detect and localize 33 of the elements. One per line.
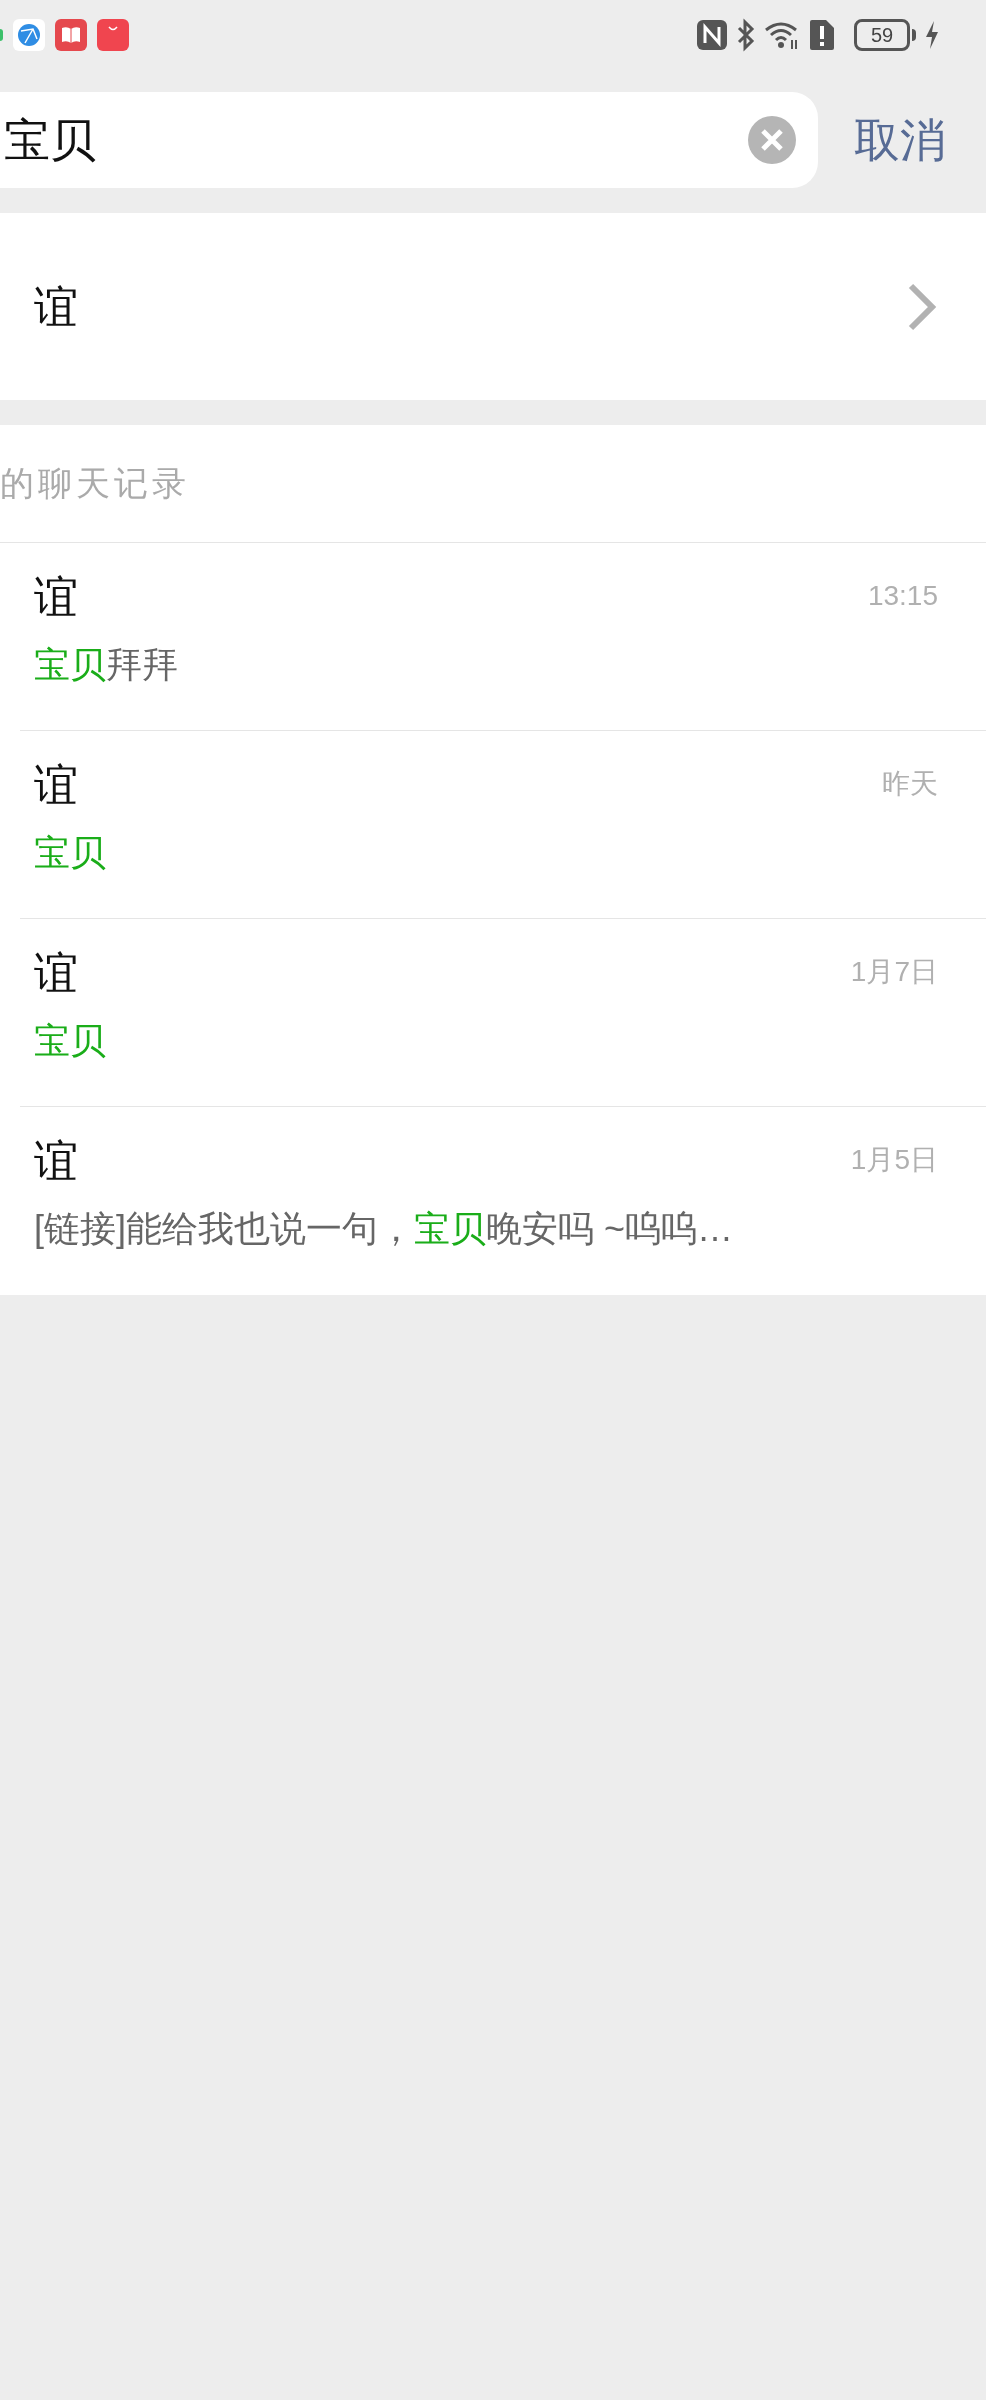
contact-name: 谊 — [34, 759, 78, 811]
cancel-button[interactable]: 取消 — [854, 105, 946, 175]
chat-record-row[interactable]: 谊 1月5日 [链接]能给我也说一句，宝贝晚安吗 ~呜呜… — [20, 1107, 986, 1295]
wifi-icon — [764, 20, 800, 50]
contact-name: 谊 — [34, 280, 78, 333]
book-icon — [55, 19, 87, 51]
contact-name: 谊 — [34, 947, 78, 999]
message-preview: [链接]能给我也说一句，宝贝晚安吗 ~呜呜… — [34, 1207, 734, 1251]
message-preview: 宝贝 — [34, 831, 106, 875]
search-field[interactable]: 宝贝 — [0, 92, 818, 188]
app-icon — [0, 29, 3, 41]
shopping-bag-icon — [97, 19, 129, 51]
chat-record-row[interactable]: 谊 昨天 宝贝 — [20, 731, 986, 919]
message-time: 昨天 — [882, 767, 938, 801]
chevron-right-icon — [906, 281, 938, 332]
contact-name: 谊 — [34, 571, 78, 623]
contact-name: 谊 — [34, 1135, 78, 1187]
message-preview: 宝贝拜拜 — [34, 643, 178, 687]
search-text: 宝贝 — [4, 112, 96, 168]
message-time: 1月5日 — [850, 1143, 938, 1177]
battery-level: 59 — [870, 25, 894, 45]
chat-record-row[interactable]: 谊 1月7日 宝贝 — [20, 919, 986, 1107]
sim-alert-icon — [808, 18, 836, 52]
chat-record-row[interactable]: 谊 13:15 宝贝拜拜 — [20, 543, 986, 731]
nfc-icon — [696, 19, 728, 51]
bluetooth-icon — [736, 18, 756, 52]
message-time: 13:15 — [867, 579, 938, 613]
charging-icon — [924, 20, 940, 50]
section-header: 的聊天记录 — [0, 463, 190, 504]
contact-row[interactable]: 谊 — [0, 213, 986, 400]
message-time: 1月7日 — [850, 955, 938, 989]
clear-icon[interactable] — [748, 116, 796, 164]
message-preview: 宝贝 — [34, 1019, 106, 1063]
